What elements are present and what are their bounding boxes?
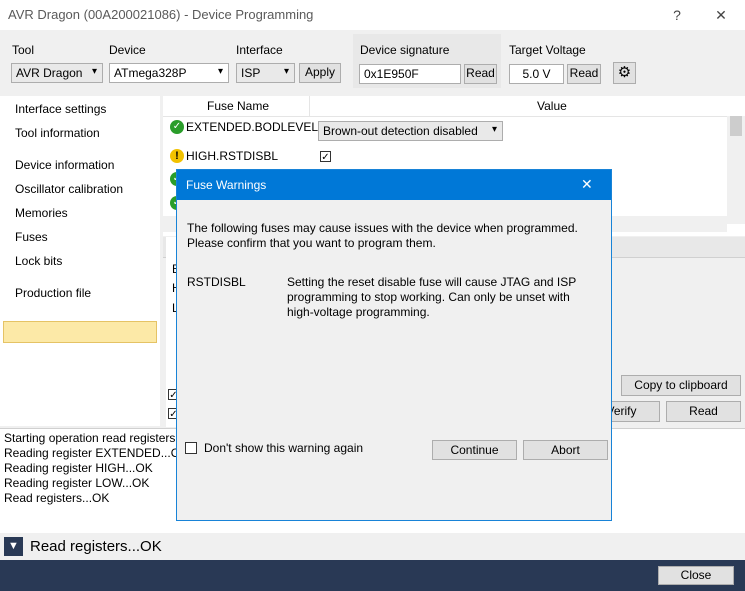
title-bar: AVR Dragon (00A200021086) - Device Progr… [0, 0, 745, 30]
interface-select-value: ISP [241, 66, 261, 80]
log-line: Reading register EXTENDED...OK [4, 446, 189, 460]
copy-clipboard-button[interactable]: Copy to clipboard [621, 375, 741, 396]
window-title: AVR Dragon (00A200021086) - Device Progr… [8, 7, 314, 22]
chevron-down-icon: ▾ [91, 66, 97, 77]
voltage-read-button[interactable]: Read [567, 64, 601, 84]
status-bar: ▼ Read registers...OK [0, 534, 745, 560]
device-select[interactable]: ATmega328P ▾ [109, 63, 229, 83]
dialog-close-icon[interactable]: ✕ [581, 176, 593, 193]
abort-button[interactable]: Abort [523, 440, 608, 460]
ok-icon: ✓ [170, 120, 184, 134]
warning-fuse-description: programming to stop working. Can only be… [287, 290, 570, 304]
status-text: Read registers...OK [30, 538, 162, 555]
column-divider [309, 96, 310, 116]
sidebar-item-memories[interactable]: Memories [15, 206, 68, 220]
dont-show-label: Don't show this warning again [204, 441, 364, 455]
signature-read-button[interactable]: Read [464, 64, 497, 84]
help-button[interactable]: ? [662, 4, 692, 26]
log-line: Reading register HIGH...OK [4, 461, 153, 475]
footer-bar: Close [0, 560, 745, 591]
dialog-title: Fuse Warnings [186, 178, 267, 192]
voltage-label: Target Voltage [509, 43, 586, 57]
fuse-row-name: EXTENDED.BODLEVEL [186, 120, 319, 134]
bodlevel-value: Brown-out detection disabled [323, 124, 478, 138]
continue-button[interactable]: Continue [432, 440, 517, 460]
sidebar-item-device-information[interactable]: Device information [15, 158, 114, 172]
device-label: Device [109, 43, 146, 57]
sidebar-item-lock-bits[interactable]: Lock bits [15, 254, 62, 268]
interface-select[interactable]: ISP ▾ [236, 63, 295, 83]
close-button[interactable]: Close [658, 566, 734, 585]
close-window-button[interactable]: ✕ [706, 4, 736, 26]
bodlevel-select[interactable]: Brown-out detection disabled ▾ [318, 121, 503, 141]
dialog-body: The following fuses may cause issues wit… [177, 200, 611, 520]
sidebar-item-tool-information[interactable]: Tool information [15, 126, 100, 140]
dialog-title-bar: Fuse Warnings ✕ [177, 170, 611, 200]
tool-select[interactable]: AVR Dragon ▾ [11, 63, 103, 83]
voltage-field[interactable]: 5.0 V [509, 64, 564, 84]
device-select-value: ATmega328P [114, 66, 187, 80]
sidebar: Interface settings Tool information Devi… [0, 96, 160, 426]
dont-show-checkbox[interactable] [185, 442, 197, 454]
gear-icon[interactable]: ⚙ [613, 62, 636, 84]
signature-field[interactable]: 0x1E950F [359, 64, 461, 84]
sidebar-item-interface-settings[interactable]: Interface settings [15, 102, 106, 116]
rstdisbl-checkbox[interactable]: ✓ [320, 151, 331, 163]
sidebar-item-production-file[interactable]: Production file [15, 286, 91, 300]
fuse-row-name: HIGH.RSTDISBL [186, 149, 279, 163]
log-line: Read registers...OK [4, 491, 110, 505]
chevron-down-icon: ▾ [283, 66, 289, 77]
fuse-warnings-dialog: Fuse Warnings ✕ The following fuses may … [176, 169, 612, 521]
sidebar-selection [3, 321, 157, 343]
sidebar-item-oscillator-calibration[interactable]: Oscillator calibration [15, 182, 123, 196]
sidebar-item-fuses[interactable]: Fuses [15, 230, 48, 244]
warning-fuse-description: high-voltage programming. [287, 305, 430, 319]
dialog-intro: Please confirm that you want to program … [187, 236, 436, 250]
log-line: Starting operation read registers [4, 431, 176, 445]
warning-fuse-description: Setting the reset disable fuse will caus… [287, 275, 577, 289]
warning-fuse-name: RSTDISBL [187, 275, 246, 289]
dialog-intro: The following fuses may cause issues wit… [187, 221, 578, 235]
chevron-down-icon: ▾ [491, 124, 497, 135]
chevron-down-icon[interactable]: ▼ [4, 537, 23, 556]
apply-button[interactable]: Apply [299, 63, 341, 83]
chevron-down-icon: ▾ [217, 66, 223, 77]
vertical-scrollbar[interactable] [727, 116, 745, 224]
grid-header: Fuse Name Value [163, 96, 745, 117]
signature-label: Device signature [360, 43, 450, 57]
column-fuse-name: Fuse Name [207, 99, 270, 113]
read-button[interactable]: Read [666, 401, 741, 422]
tool-select-value: AVR Dragon [16, 66, 83, 80]
warning-icon: ! [170, 149, 184, 163]
tool-label: Tool [12, 43, 35, 57]
scrollbar-thumb[interactable] [730, 116, 742, 136]
log-line: Reading register LOW...OK [4, 476, 150, 490]
interface-label: Interface [236, 43, 283, 57]
column-value: Value [537, 99, 567, 113]
